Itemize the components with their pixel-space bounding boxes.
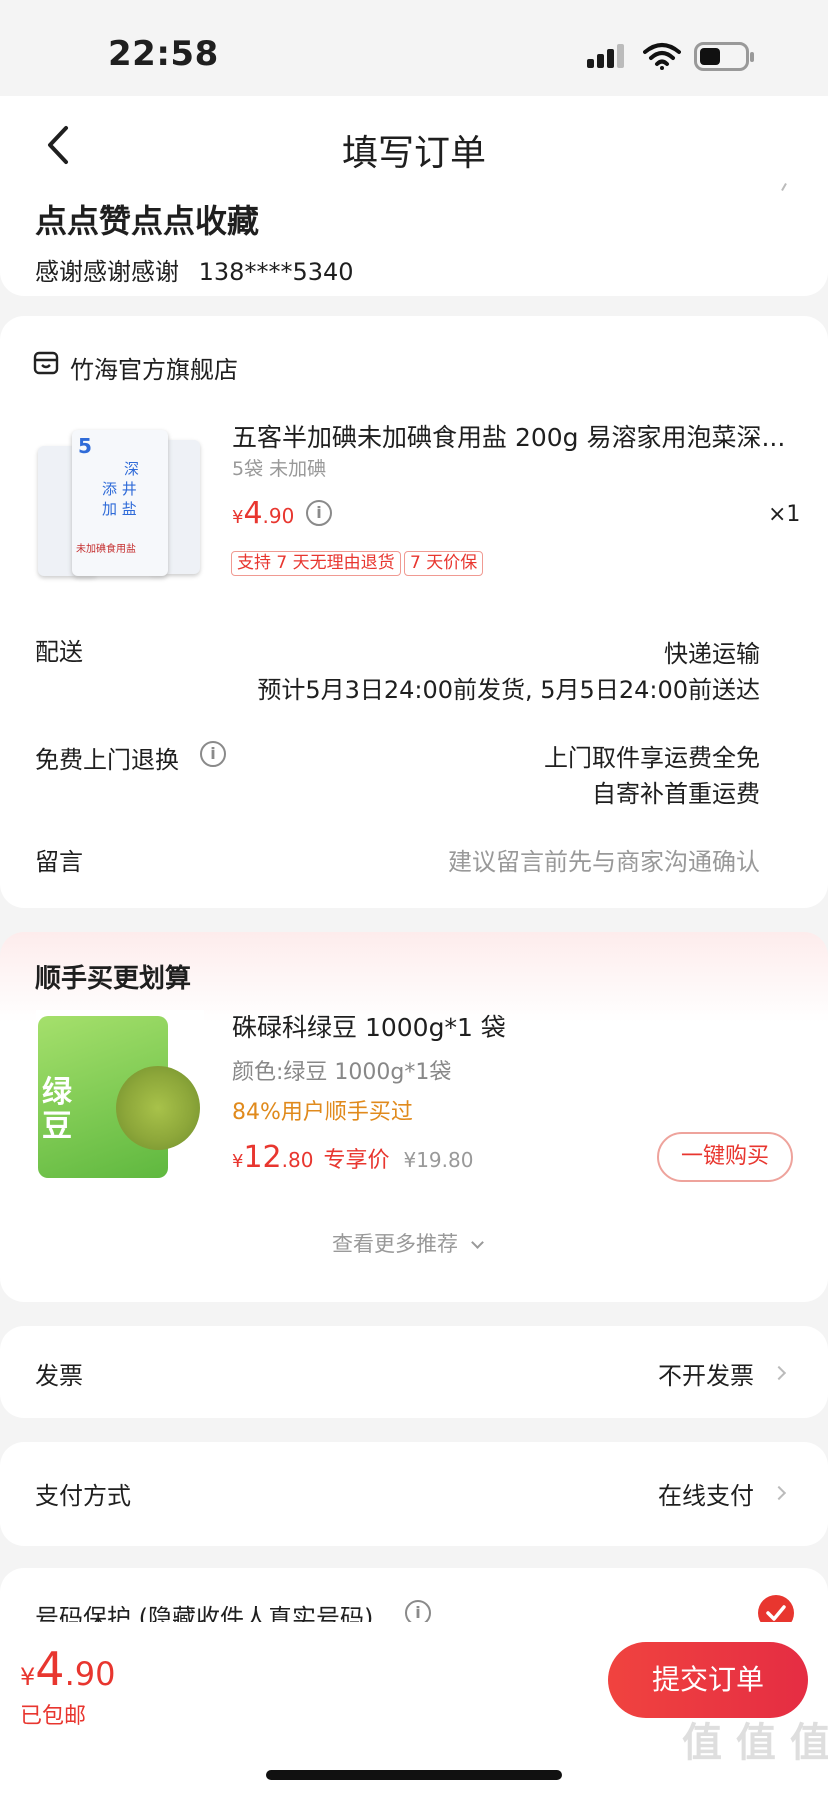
price-symbol: ¥: [232, 507, 244, 528]
home-indicator[interactable]: [266, 1770, 562, 1780]
address-recipient: 感谢感谢感谢 138****5340: [35, 252, 354, 287]
product-title[interactable]: 五客半加碘未加碘食用盐 200g 易溶家用泡菜深...: [232, 418, 792, 454]
signal-icon: [587, 44, 627, 68]
message-input[interactable]: 建议留言前先与商家沟通确认: [448, 842, 760, 877]
return-policy-tag: 支持 7 天无理由退货: [231, 551, 401, 576]
info-icon[interactable]: i: [200, 741, 226, 767]
recommend-image[interactable]: 绿豆: [36, 1010, 204, 1180]
free-return-line2: 自寄补首重运费: [592, 780, 760, 808]
invoice-value: 不开发票: [658, 1362, 754, 1390]
more-recommend-label: 查看更多推荐: [332, 1232, 458, 1256]
payment-label: 支付方式: [35, 1482, 131, 1510]
chevron-down-icon: [470, 1236, 484, 1249]
salt-bag-front: 5 深 添 井 加 盐 未加碘食用盐: [72, 430, 168, 576]
price-int: 4: [243, 496, 263, 531]
bean-pile: [116, 1066, 200, 1150]
submit-order-button[interactable]: 提交订单: [608, 1642, 808, 1718]
price-protect-tag: 7 天价保: [404, 551, 484, 576]
battery-icon: [694, 42, 754, 71]
salt-label: 未加碘食用盐: [76, 544, 136, 555]
salt-line2: 添 井: [102, 480, 137, 498]
shop-icon: [33, 351, 59, 375]
delivery-method: 快递运输: [664, 640, 760, 668]
message-label: 留言: [35, 848, 83, 876]
invoice-label: 发票: [35, 1362, 83, 1390]
salt-line3: 加 盐: [102, 500, 137, 518]
price-int: 12: [243, 1140, 282, 1175]
delivery-label: 配送: [35, 638, 83, 666]
invoice-row[interactable]: 发票 不开发票: [0, 1326, 828, 1418]
price-dec: .90: [262, 504, 295, 528]
recipient-name: 感谢感谢感谢: [35, 258, 179, 286]
delivery-estimate: 预计5月3日24:00前发货, 5月5日24:00前送达: [257, 676, 760, 704]
total-price: ¥4.90: [20, 1642, 115, 1696]
status-time: 22:58: [108, 34, 219, 74]
free-return-label: 免费上门退换: [35, 746, 179, 774]
product-quantity: ×1: [768, 502, 801, 527]
price-dec: .90: [64, 1655, 116, 1693]
recommend-item-title[interactable]: 硃碌科绿豆 1000g*1 袋: [232, 1008, 506, 1044]
payment-value: 在线支付: [658, 1482, 754, 1510]
recommend-item-stat: 84%用户顺手买过: [232, 1100, 413, 1125]
free-return-line1: 上门取件享运费全免: [544, 744, 760, 772]
chevron-right-icon: [771, 1365, 787, 1381]
address-edge-mark: [781, 183, 787, 191]
product-spec: 5袋 未加碘: [232, 458, 327, 480]
shipping-note: 已包邮: [20, 1704, 87, 1729]
info-icon[interactable]: i: [306, 500, 332, 526]
price-label: 专享价: [323, 1148, 390, 1173]
chevron-right-icon: [771, 1485, 787, 1501]
price-symbol: ¥: [232, 1151, 244, 1172]
original-price: ¥19.80: [403, 1148, 474, 1172]
recommend-title: 顺手买更划算: [35, 964, 192, 994]
watermark-logo: 值 值 值: [682, 1720, 828, 1766]
more-recommend-link[interactable]: 查看更多推荐: [332, 1228, 484, 1258]
salt-brand: 5: [78, 434, 92, 458]
price-int: 4: [35, 1642, 65, 1696]
salt-line1: 深: [124, 460, 140, 478]
shop-card: 竹海官方旗舰店: [0, 316, 828, 908]
wifi-icon: [643, 43, 681, 70]
bean-text: 绿豆: [42, 1075, 72, 1144]
product-image[interactable]: 5 深 添 井 加 盐 未加碘食用盐: [38, 426, 202, 580]
payment-row[interactable]: 支付方式 在线支付: [0, 1442, 828, 1546]
buy-now-button[interactable]: 一键购买: [657, 1132, 793, 1182]
address-name: 点点赞点点收藏: [35, 202, 260, 240]
product-price: ¥4.90: [232, 496, 294, 531]
page-title: 填写订单: [341, 133, 486, 174]
price-dec: .80: [281, 1148, 314, 1172]
price-symbol: ¥: [20, 1663, 36, 1691]
recommend-item-price: ¥12.80 专享价 ¥19.80: [232, 1140, 473, 1175]
shop-name[interactable]: 竹海官方旗舰店: [70, 350, 238, 385]
recipient-phone: 138****5340: [198, 258, 354, 286]
address-card[interactable]: 点点赞点点收藏 感谢感谢感谢 138****5340: [0, 180, 828, 296]
recommend-item-spec: 颜色:绿豆 1000g*1袋: [232, 1060, 452, 1085]
